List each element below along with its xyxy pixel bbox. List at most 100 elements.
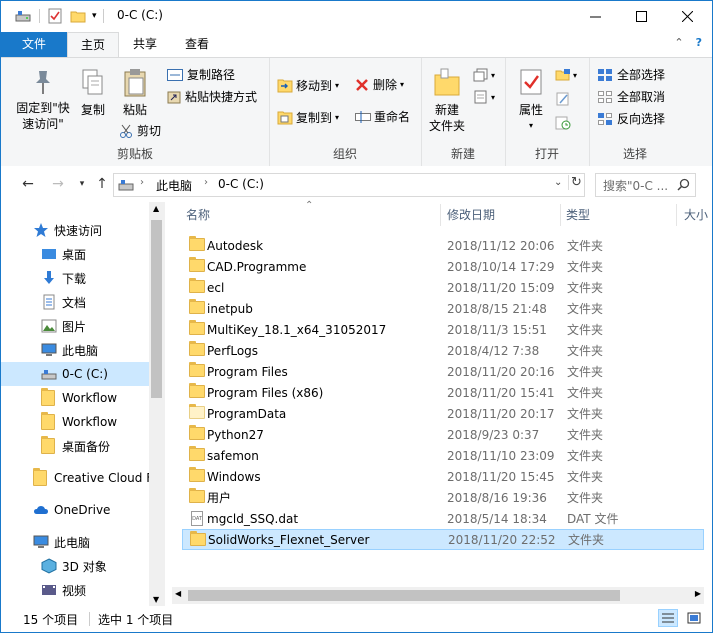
new-item-button[interactable]: ▾ (473, 68, 495, 82)
paste-shortcut-button[interactable]: 粘贴快捷方式 (167, 88, 257, 105)
file-row[interactable]: DAT mgcld_SSQ.dat 2018/5/14 18:34 DAT 文件 (182, 508, 704, 529)
copy-button[interactable]: 复制 (75, 68, 111, 118)
collapse-ribbon-icon[interactable]: ⌃ (674, 36, 683, 49)
tab-view[interactable]: 查看 (173, 32, 221, 57)
select-group-label: 选择 (622, 147, 647, 161)
new-folder-icon[interactable] (70, 9, 86, 23)
column-header-size[interactable]: 大小 (684, 202, 708, 228)
scroll-up-icon[interactable]: ▲ (153, 204, 159, 213)
column-separator[interactable] (676, 204, 677, 226)
file-row[interactable]: PerfLogs 2018/4/12 7:38 文件夹 (182, 340, 704, 361)
tab-home[interactable]: 主页 (67, 32, 119, 58)
edit-button[interactable] (555, 92, 571, 106)
file-row[interactable]: ProgramData 2018/11/20 20:17 文件夹 (182, 403, 704, 424)
select-group: 全部选择 全部取消 反向选择 选择 (589, 58, 681, 166)
file-list-hscrollbar[interactable]: ◀ ▶ (172, 587, 704, 604)
file-row[interactable]: Program Files (x86) 2018/11/20 15:41 文件夹 (182, 382, 704, 403)
cut-button[interactable]: 剪切 (119, 122, 161, 139)
file-icon: DAT (189, 511, 205, 526)
nav-scroll-thumb[interactable] (151, 220, 162, 398)
file-row[interactable]: ecl 2018/11/20 15:09 文件夹 (182, 277, 704, 298)
delete-button[interactable]: 删除 ▾ (355, 76, 404, 93)
file-row[interactable]: safemon 2018/11/10 23:09 文件夹 (182, 445, 704, 466)
maximize-button[interactable] (618, 1, 664, 32)
file-row[interactable]: MultiKey_18.1_x64_31052017 2018/11/3 15:… (182, 319, 704, 340)
column-header-type[interactable]: 类型 (566, 202, 590, 228)
pin-icon (36, 71, 50, 94)
file-row[interactable]: Program Files 2018/11/20 20:16 文件夹 (182, 361, 704, 382)
scroll-left-icon[interactable]: ◀ (175, 589, 181, 598)
minimize-button[interactable] (572, 1, 618, 32)
properties-button[interactable]: 属性 ▾ (511, 68, 551, 134)
tab-share[interactable]: 共享 (121, 32, 169, 57)
column-header-date[interactable]: 修改日期 (447, 202, 495, 228)
select-none-button[interactable]: 全部取消 (597, 88, 665, 105)
delete-label: 删除 (373, 78, 398, 92)
copy-path-button[interactable]: 复制路径 (167, 66, 235, 83)
organize-group: 移动到 ▾ 删除 ▾ 复制到 ▾ 重命名 组织 (269, 58, 422, 166)
history-button[interactable] (555, 116, 571, 130)
breadcrumb-chevron-icon[interactable]: › (204, 177, 208, 188)
select-all-button[interactable]: 全部选择 (597, 66, 665, 83)
pin-quick-access-button[interactable]: 固定到"快 速访问" (11, 68, 75, 132)
copy-to-label: 复制到 (296, 110, 333, 125)
file-name: ecl (207, 280, 225, 295)
close-button[interactable] (664, 1, 710, 32)
customize-quick-access-button[interactable]: ▾ (92, 11, 97, 21)
file-row[interactable]: Python27 2018/9/23 0:37 文件夹 (182, 424, 704, 445)
file-row[interactable]: Windows 2018/11/20 15:45 文件夹 (182, 466, 704, 487)
easy-access-button[interactable]: ▾ (473, 90, 495, 104)
column-separator[interactable] (560, 204, 561, 226)
nav-item-label: 下载 (62, 271, 87, 286)
file-type: 文件夹 (567, 239, 604, 253)
search-box[interactable]: 搜索"0-C ... (595, 173, 696, 197)
hscroll-thumb[interactable] (188, 590, 620, 601)
rename-button[interactable]: 重命名 (355, 108, 410, 125)
file-row[interactable]: Autodesk 2018/11/12 20:06 文件夹 (182, 235, 704, 256)
nav-item-label: Workflow (62, 415, 118, 429)
breadcrumb-this-pc[interactable]: 此电脑 (156, 177, 192, 194)
scroll-right-icon[interactable]: ▶ (695, 589, 701, 598)
breadcrumb-drive[interactable]: 0-C (C:) (218, 177, 264, 191)
file-name: MultiKey_18.1_x64_31052017 (207, 322, 387, 337)
scroll-down-icon[interactable]: ▼ (153, 595, 159, 604)
folder-icon (189, 299, 205, 315)
tab-file[interactable]: 文件 (1, 32, 67, 57)
new-folder-button[interactable]: 新建 文件夹 (425, 68, 469, 134)
refresh-icon[interactable]: ↻ (568, 175, 582, 190)
file-type: 文件夹 (567, 344, 604, 358)
computer-icon (41, 343, 57, 356)
cube-icon (41, 558, 57, 574)
back-button[interactable]: ← (19, 175, 37, 193)
address-dropdown-icon[interactable]: ⌄ (554, 177, 562, 188)
file-row-selected[interactable]: SolidWorks_Flexnet_Server 2018/11/20 22:… (182, 529, 704, 550)
properties-check-icon[interactable] (48, 8, 62, 24)
forward-button[interactable]: → (49, 175, 67, 193)
move-to-button[interactable]: 移动到 ▾ (277, 76, 339, 94)
pin-label-line2: 速访问" (22, 117, 64, 131)
nav-item-label: 视频 (62, 583, 87, 598)
address-bar[interactable]: › 此电脑 › 0-C (C:) ⌄ ↻ (113, 173, 585, 197)
paste-button[interactable]: 粘贴 (115, 68, 155, 118)
nav-scrollbar[interactable]: ▲ ▼ (149, 202, 165, 606)
column-separator[interactable] (440, 204, 441, 226)
ribbon: 固定到"快 速访问" 复制 粘贴 复制路径 粘贴快捷方式 剪切 剪贴板 移动到 … (1, 57, 712, 167)
open-button[interactable]: ▾ (555, 68, 577, 82)
details-view-button[interactable] (658, 609, 678, 627)
help-icon[interactable]: ? (696, 36, 702, 49)
file-name: ProgramData (207, 406, 287, 421)
star-icon (34, 223, 48, 237)
picture-icon (41, 319, 57, 333)
file-row[interactable]: CAD.Programme 2018/10/14 17:29 文件夹 (182, 256, 704, 277)
file-type: 文件夹 (567, 470, 604, 484)
column-header-name[interactable]: 名称 (186, 202, 210, 228)
recent-locations-button[interactable]: ▾ (73, 175, 91, 193)
breadcrumb-chevron-icon[interactable]: › (140, 177, 144, 188)
invert-selection-button[interactable]: 反向选择 (597, 110, 665, 127)
copy-to-button[interactable]: 复制到 ▾ (277, 108, 339, 126)
large-icons-view-button[interactable] (684, 609, 704, 627)
file-row[interactable]: inetpub 2018/8/15 21:48 文件夹 (182, 298, 704, 319)
up-button[interactable]: ↑ (93, 175, 111, 193)
file-row[interactable]: 用户 2018/8/16 19:36 文件夹 (182, 487, 704, 508)
file-name: inetpub (207, 301, 253, 316)
